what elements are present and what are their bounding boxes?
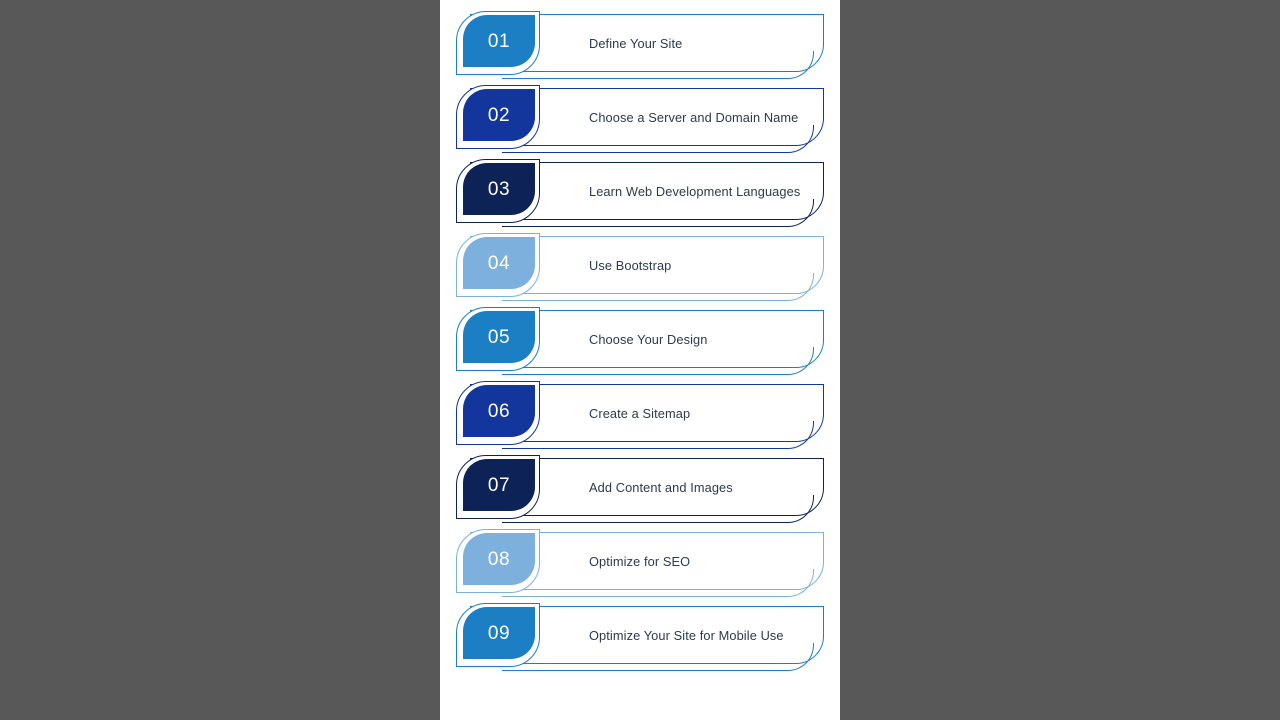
step-badge: 02 <box>463 89 535 141</box>
step-badge: 09 <box>463 607 535 659</box>
step-number: 06 <box>487 400 511 422</box>
step-badge: 08 <box>463 533 535 585</box>
step-number: 03 <box>487 178 511 200</box>
step-item[interactable]: Learn Web Development Languages 03 <box>456 159 824 227</box>
step-badge-outline: 01 <box>456 11 540 75</box>
step-number: 08 <box>487 548 511 570</box>
step-item[interactable]: Use Bootstrap 04 <box>456 233 824 301</box>
step-badge: 05 <box>463 311 535 363</box>
step-item[interactable]: Choose a Server and Domain Name 02 <box>456 85 824 153</box>
step-badge: 06 <box>463 385 535 437</box>
step-badge-outline: 07 <box>456 455 540 519</box>
step-number: 05 <box>487 326 511 348</box>
step-label: Choose Your Design <box>589 331 708 347</box>
step-number: 04 <box>487 252 511 274</box>
step-badge-outline: 03 <box>456 159 540 223</box>
step-label: Add Content and Images <box>589 479 733 495</box>
step-item[interactable]: Add Content and Images 07 <box>456 455 824 523</box>
step-number: 07 <box>487 474 511 496</box>
step-label: Define Your Site <box>589 35 683 51</box>
step-badge: 07 <box>463 459 535 511</box>
step-badge-outline: 04 <box>456 233 540 297</box>
step-number: 01 <box>487 30 511 52</box>
steps-list: Define Your Site 01 Choose a Server and Do… <box>440 11 840 680</box>
step-label: Create a Sitemap <box>589 405 691 421</box>
step-item[interactable]: Define Your Site 01 <box>456 11 824 79</box>
step-number: 09 <box>487 622 511 644</box>
step-label: Optimize for SEO <box>589 553 691 569</box>
step-item[interactable]: Optimize for SEO 08 <box>456 529 824 597</box>
step-label: Learn Web Development Languages <box>589 183 801 199</box>
step-badge-outline: 08 <box>456 529 540 593</box>
step-badge: 01 <box>463 15 535 67</box>
step-label: Choose a Server and Domain Name <box>589 109 799 125</box>
step-label: Use Bootstrap <box>589 257 672 273</box>
infographic-panel: Define Your Site 01 Choose a Server and Do… <box>440 0 840 720</box>
step-badge-outline: 05 <box>456 307 540 371</box>
step-label: Optimize Your Site for Mobile Use <box>589 627 784 643</box>
step-item[interactable]: Choose Your Design 05 <box>456 307 824 375</box>
step-item[interactable]: Create a Sitemap 06 <box>456 381 824 449</box>
step-badge: 04 <box>463 237 535 289</box>
step-item[interactable]: Optimize Your Site for Mobile Use 09 <box>456 603 824 671</box>
step-badge: 03 <box>463 163 535 215</box>
step-badge-outline: 02 <box>456 85 540 149</box>
step-number: 02 <box>487 104 511 126</box>
step-badge-outline: 09 <box>456 603 540 667</box>
step-badge-outline: 06 <box>456 381 540 445</box>
